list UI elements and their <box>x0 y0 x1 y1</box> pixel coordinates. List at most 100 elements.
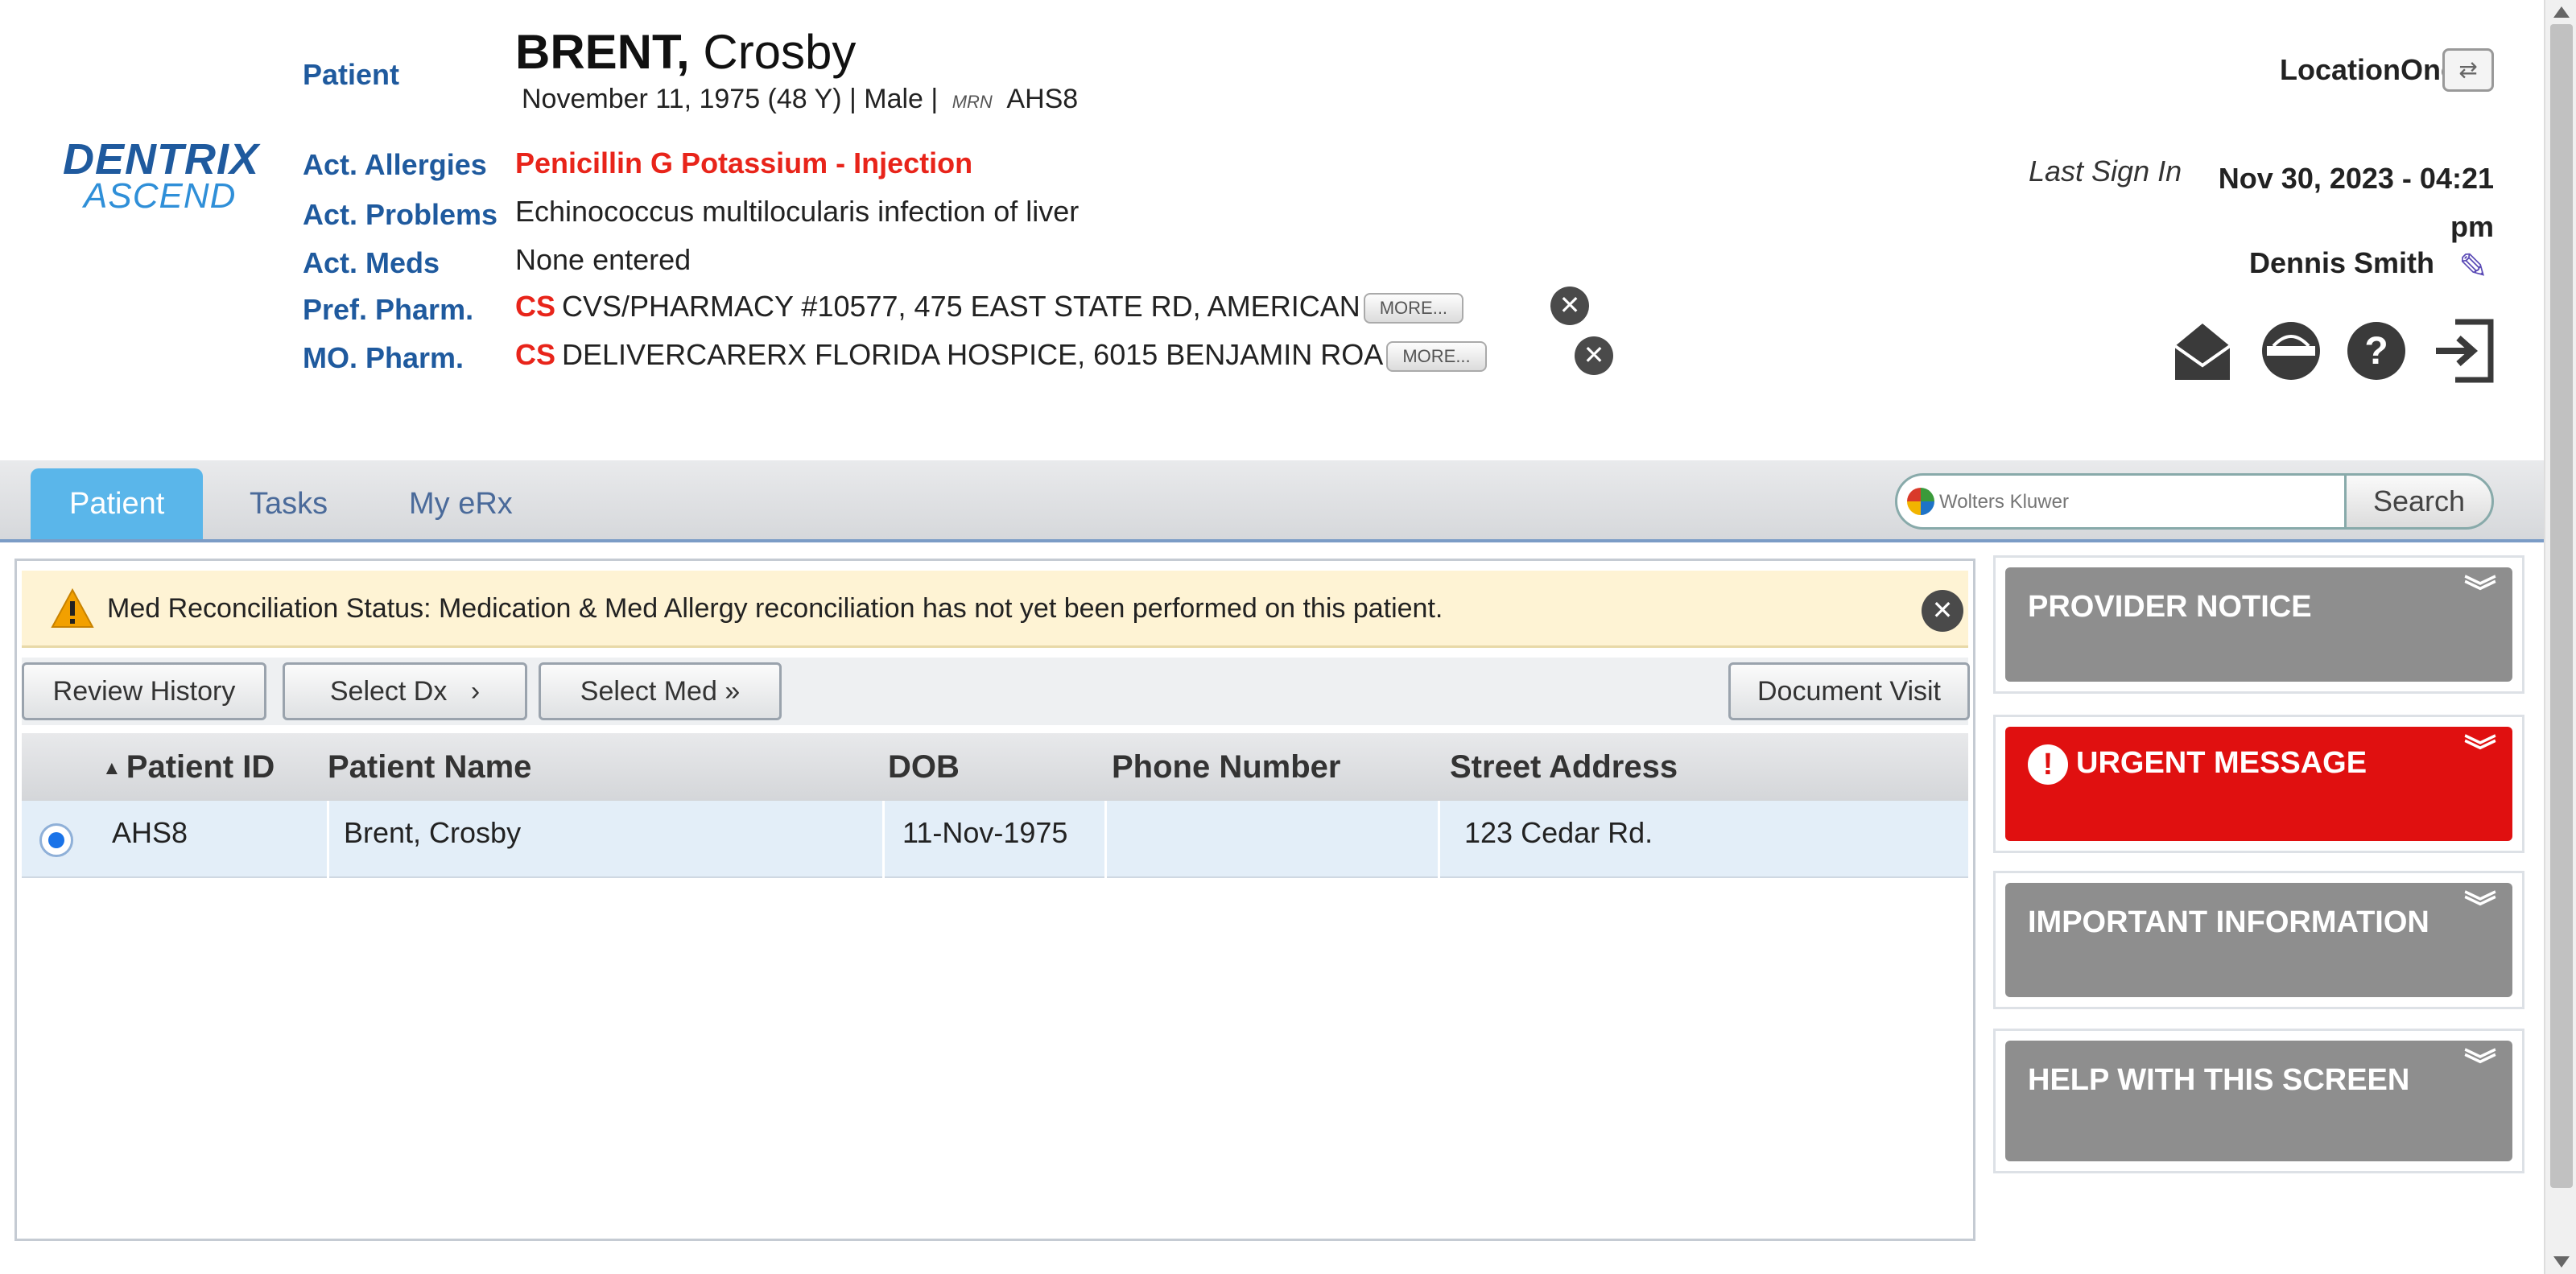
logo-line2: ASCEND <box>84 176 237 216</box>
patient-last-name: BRENT, <box>515 25 690 79</box>
chevron-right-icon: › <box>470 676 481 707</box>
help-with-this-screen-header: HELP WITH THIS SCREEN ︾ <box>2005 1041 2512 1161</box>
search-input[interactable] <box>1939 484 2334 521</box>
dentrix-ascend-logo: DENTRIX ASCEND <box>63 135 260 216</box>
column-label-patient-id: Patient ID <box>126 749 275 785</box>
location-name: LocationOne <box>2279 53 2457 86</box>
search-box <box>1895 473 2347 530</box>
important-information-header: IMPORTANT INFORMATION ︾ <box>2005 883 2512 997</box>
help-desk-icon[interactable] <box>2259 315 2323 385</box>
wolters-kluwer-logo-icon <box>1907 488 1934 515</box>
cell-dob: 11-Nov-1975 <box>885 801 1107 878</box>
tab-tasks[interactable]: Tasks <box>211 468 366 539</box>
important-information-title: IMPORTANT INFORMATION <box>2028 905 2429 939</box>
document-visit-button[interactable]: Document Visit <box>1728 662 1970 720</box>
tab-my-erx[interactable]: My eRx <box>370 468 551 539</box>
mo-pharm-label: MO. Pharm. <box>303 341 464 374</box>
column-header-phone-number[interactable]: Phone Number <box>1112 733 1340 801</box>
help-with-this-screen-panel[interactable]: HELP WITH THIS SCREEN ︾ <box>1993 1029 2524 1173</box>
cell-street-address: 123 Cedar Rd. <box>1464 816 1653 849</box>
pencil-icon[interactable]: ✎ <box>2458 246 2488 287</box>
meds-value[interactable]: None entered <box>515 243 691 277</box>
allergies-label: Act. Allergies <box>303 148 487 181</box>
pref-pharm-text: CVS/PHARMACY #10577, 475 EAST STATE RD, … <box>562 290 1360 323</box>
allergies-value[interactable]: Penicillin G Potassium - Injection <box>515 146 972 180</box>
urgent-message-heading: ! URGENT MESSAGE <box>2028 744 2367 785</box>
expand-chevron-icon[interactable]: ︾ <box>2464 736 2496 768</box>
mrn-label: MRN <box>952 92 993 112</box>
alert-message: Med Reconciliation Status: Medication & … <box>107 593 1443 624</box>
scroll-up-arrow-icon[interactable] <box>2553 6 2570 18</box>
scroll-down-arrow-icon[interactable] <box>2553 1256 2570 1268</box>
urgent-message-panel[interactable]: ! URGENT MESSAGE ︾ <box>1993 715 2524 853</box>
provider-notice-title: PROVIDER NOTICE <box>2028 590 2312 624</box>
patient-first-name: Crosby <box>703 25 857 79</box>
grid-header: ▲ Patient ID Patient Name DOB Phone Numbe… <box>22 733 1968 801</box>
action-toolbar: Review History Select Dx › Select Med » … <box>22 658 1970 725</box>
urgent-message-title: URGENT MESSAGE <box>2076 746 2368 781</box>
patient-demographics: November 11, 1975 (48 Y) | Male | MRN AH… <box>522 84 1078 115</box>
important-information-panel[interactable]: IMPORTANT INFORMATION ︾ <box>1993 871 2524 1009</box>
patient-label: Patient <box>303 58 400 91</box>
mo-pharm-remove-icon[interactable]: ✕ <box>1575 336 1613 375</box>
pref-pharm-remove-icon[interactable]: ✕ <box>1550 287 1589 325</box>
column-header-patient-name[interactable]: Patient Name <box>328 733 531 801</box>
double-chevron-right-icon: » <box>724 676 741 707</box>
logout-icon[interactable] <box>2431 315 2496 385</box>
select-med-label: Select Med <box>580 676 717 707</box>
mail-icon[interactable] <box>2170 315 2235 385</box>
select-med-button[interactable]: Select Med » <box>539 662 782 720</box>
exclamation-icon: ! <box>2028 744 2068 785</box>
page-scrollbar[interactable] <box>2544 0 2576 1274</box>
mo-pharm-text: DELIVERCARERX FLORIDA HOSPICE, 6015 BENJ… <box>562 338 1384 371</box>
expand-chevron-icon[interactable]: ︾ <box>2464 1049 2496 1082</box>
provider-notice-header: PROVIDER NOTICE ︾ <box>2005 567 2512 682</box>
patient-name: BRENT, Crosby <box>515 24 856 80</box>
tab-patient[interactable]: Patient <box>31 468 204 539</box>
help-with-this-screen-title: HELP WITH THIS SCREEN <box>2028 1063 2410 1097</box>
meds-label: Act. Meds <box>303 246 440 279</box>
urgent-message-header: ! URGENT MESSAGE ︾ <box>2005 727 2512 841</box>
svg-text:?: ? <box>2364 330 2388 373</box>
expand-chevron-icon[interactable]: ︾ <box>2464 892 2496 924</box>
warning-icon <box>51 588 94 628</box>
user-name: Dennis Smith <box>2249 246 2435 279</box>
mrn-value: AHS8 <box>1006 84 1079 114</box>
mo-pharm-more-button[interactable]: MORE... <box>1386 341 1487 373</box>
patient-search-panel: Med Reconciliation Status: Medication & … <box>14 559 1975 1241</box>
select-dx-label: Select Dx <box>329 676 448 707</box>
logo-line1: DENTRIX <box>63 135 260 183</box>
pref-pharm-more-button[interactable]: MORE... <box>1363 293 1464 324</box>
cell-patient-name: Brent, Crosby <box>329 801 885 878</box>
column-header-dob[interactable]: DOB <box>888 733 960 801</box>
pref-pharm-label: Pref. Pharm. <box>303 293 474 326</box>
mo-pharm-cs-badge: CS <box>515 338 556 371</box>
mrn-separator: | <box>931 84 939 114</box>
provider-notice-panel[interactable]: PROVIDER NOTICE ︾ <box>1993 555 2524 694</box>
help-icon[interactable]: ? <box>2344 315 2409 385</box>
search-button[interactable]: Search <box>2344 473 2494 530</box>
sort-ascending-icon: ▲ <box>102 757 122 780</box>
last-sign-in-value: Nov 30, 2023 - 04:21 pm <box>2218 162 2494 243</box>
pref-pharm-value: CS CVS/PHARMACY #10577, 475 EAST STATE RD… <box>515 290 1464 324</box>
select-dx-button[interactable]: Select Dx › <box>283 662 527 720</box>
patient-grid: ▲ Patient ID Patient Name DOB Phone Numbe… <box>22 733 1968 878</box>
demographics-text: November 11, 1975 (48 Y) | Male <box>522 84 923 114</box>
problems-value[interactable]: Echinococcus multilocularis infection of… <box>515 195 1079 229</box>
med-reconciliation-alert: Med Reconciliation Status: Medication & … <box>22 571 1968 648</box>
expand-chevron-icon[interactable]: ︾ <box>2464 576 2496 608</box>
patient-header: DENTRIX ASCEND Patient BRENT, Crosby Nov… <box>0 0 2544 459</box>
scrollbar-thumb[interactable] <box>2550 24 2573 1188</box>
problems-label: Act. Problems <box>303 198 498 231</box>
review-history-button[interactable]: Review History <box>22 662 266 720</box>
close-icon[interactable]: ✕ <box>1922 590 1963 632</box>
last-sign-in-label: Last Sign In <box>2029 155 2182 188</box>
main-tab-bar: Patient Tasks My eRx Search <box>0 460 2544 542</box>
table-row[interactable]: AHS8 Brent, Crosby 11-Nov-1975 123 Cedar… <box>22 801 1968 878</box>
row-select-radio[interactable] <box>39 823 73 857</box>
column-header-street-address[interactable]: Street Address <box>1450 733 1678 801</box>
cell-phone-number <box>1107 801 1440 878</box>
switch-location-icon[interactable]: ⇄ <box>2442 48 2494 92</box>
column-header-patient-id[interactable]: ▲ Patient ID <box>102 733 275 801</box>
mo-pharm-value: CS DELIVERCARERX FLORIDA HOSPICE, 6015 BE… <box>515 338 1487 373</box>
